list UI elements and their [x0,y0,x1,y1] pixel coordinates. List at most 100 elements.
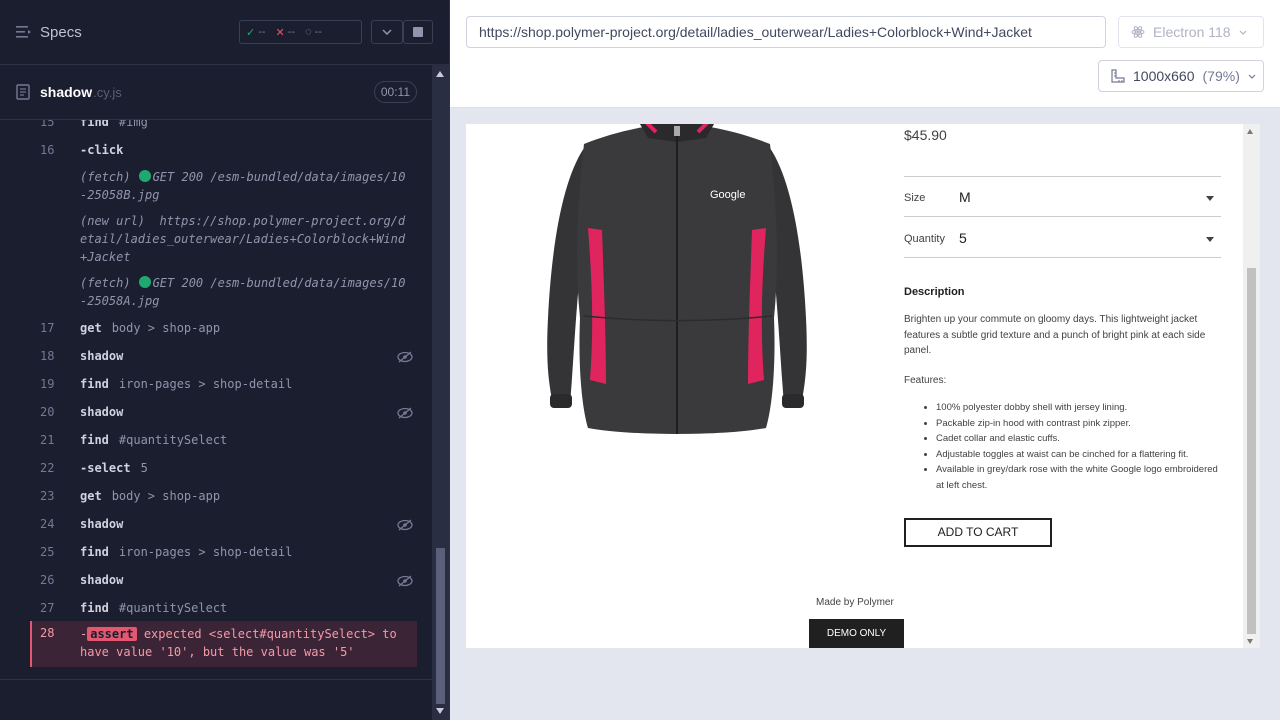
command-log-scrollbar[interactable] [432,64,449,720]
command-number: 24 [40,517,55,531]
test-stats: ✓ -- ✕ -- ◌ -- [239,20,362,44]
command-name: shadow [80,573,124,587]
feature-item: Adjustable toggles at waist can be cinch… [936,447,1226,463]
eye-slash-icon [397,575,413,587]
scroll-up-icon[interactable] [1247,129,1253,134]
command-number: 15 [40,120,55,129]
command-row[interactable]: 21 find #quantitySelect [0,426,432,454]
failed-count: -- [287,26,296,38]
pending-stat: ◌ -- [305,26,322,38]
event-row[interactable]: (fetch) GET 200 /esm-bundled/data/images/… [0,164,432,208]
electron-icon [1131,26,1145,38]
feature-item: Available in grey/dark rose with the whi… [936,462,1226,493]
command-row[interactable]: 23 get body > shop-app [0,482,432,510]
size-select[interactable]: M [959,189,971,205]
command-row[interactable]: 15 find #img [0,120,432,136]
command-number: 26 [40,573,55,587]
stop-button[interactable] [403,20,433,44]
command-number: 16 [40,143,55,157]
command-name: get [80,489,102,503]
command-message: iron-pages > shop-detail [118,545,293,559]
command-number: 19 [40,377,55,391]
file-icon [16,84,30,100]
viewport-scale: (79%) [1202,68,1240,84]
assert-badge: assert [87,627,137,641]
scrollbar-thumb[interactable] [436,548,445,704]
size-label: Size [904,192,926,204]
command-number: 21 [40,433,55,447]
event-row[interactable]: (new url) https://shop.polymer-project.o… [0,208,432,270]
divider [904,216,1221,217]
command-number: 22 [40,461,55,475]
chevron-down-icon [1239,30,1247,35]
command-name: -select [80,461,131,475]
size-dropdown-icon[interactable] [1206,196,1214,201]
quantity-select[interactable]: 5 [959,230,967,246]
spec-name: shadow [40,84,93,100]
command-message: iron-pages > shop-detail [118,377,293,391]
viewport-selector[interactable]: 1000x660 (79%) [1098,60,1264,92]
command-name: shadow [80,517,124,531]
event-tag: (new url) [80,214,146,228]
command-name: find [80,377,109,391]
command-row[interactable]: 27 find #quantitySelect [0,594,432,622]
command-message: 5 [140,461,148,475]
scroll-down-icon[interactable] [1247,639,1253,644]
chevron-down-icon [382,29,392,35]
command-name: find [80,545,109,559]
command-row[interactable]: 18 shadow [0,342,432,370]
command-message: body > shop-app [111,489,221,503]
add-to-cart-button[interactable]: ADD TO CART [904,518,1052,547]
spec-title-bar: shadow .cy.js 00:11 [16,77,417,107]
product-price: $45.90 [904,127,947,143]
feature-item: Packable zip-in hood with contrast pink … [936,416,1226,432]
description-heading: Description [904,286,965,298]
url-bar[interactable]: https://shop.polymer-project.org/detail/… [466,16,1106,48]
failed-stat: ✕ -- [276,26,296,39]
aut-header: https://shop.polymer-project.org/detail/… [450,0,1280,108]
command-number: 17 [40,321,55,335]
status-dot-icon [138,276,151,288]
command-message: #quantitySelect [118,601,228,615]
command-row[interactable]: 20 shadow [0,398,432,426]
description-text: Brighten up your commute on gloomy days.… [904,314,1206,356]
eye-slash-icon [397,407,413,419]
event-row[interactable]: (fetch) GET 200 /esm-bundled/data/images/… [0,270,432,314]
feature-item: Cadet collar and elastic cuffs. [936,431,1226,447]
app-under-test-panel: https://shop.polymer-project.org/detail/… [450,0,1280,720]
specs-menu-icon[interactable] [16,25,32,39]
command-list: 15 find #img 16 -click (fetch) GET 200 /e… [0,120,432,680]
aut-scrollbar[interactable] [1243,124,1260,648]
scroll-down-icon[interactable] [436,708,444,714]
command-number: 18 [40,349,55,363]
command-name: -click [80,143,124,157]
scrollbar-thumb[interactable] [1247,268,1256,634]
passed-stat: ✓ -- [246,26,266,39]
browser-selector[interactable]: Electron 118 [1118,16,1264,48]
chevron-down-icon [1248,74,1256,79]
command-row[interactable]: 19 find iron-pages > shop-detail [0,370,432,398]
product-image: Google [547,124,807,434]
failed-assertion-row[interactable]: 28 - assert expected <select#quantitySele… [30,621,417,667]
command-row[interactable]: 24 shadow [0,510,432,538]
passed-count: -- [258,26,266,38]
command-row[interactable]: 16 -click [0,136,432,164]
event-tag: (fetch) [80,170,131,184]
command-row[interactable]: 26 shadow [0,566,432,594]
assertion-message: - assert expected <select#quantitySelect>… [80,625,415,661]
command-row[interactable]: 25 find iron-pages > shop-detail [0,538,432,566]
scroll-up-icon[interactable] [436,71,444,77]
browser-name: Electron 118 [1153,24,1231,40]
viewport-size: 1000x660 [1133,68,1195,84]
command-row[interactable]: 17 get body > shop-app [0,314,432,342]
toggle-auto-scroll-button[interactable] [371,20,403,44]
feature-item: 100% polyester dobby shell with jersey l… [936,400,1226,416]
command-row[interactable]: 22 -select 5 [0,454,432,482]
specs-title[interactable]: Specs [40,24,82,41]
command-log-panel: Specs ✓ -- ✕ -- ◌ -- shadow .cy.js 00:11 15… [0,0,450,720]
pending-count: -- [314,26,322,38]
quantity-dropdown-icon[interactable] [1206,237,1214,242]
features-list: 100% polyester dobby shell with jersey l… [936,400,1226,493]
cross-icon: ✕ [275,26,285,39]
command-name: get [80,321,102,335]
